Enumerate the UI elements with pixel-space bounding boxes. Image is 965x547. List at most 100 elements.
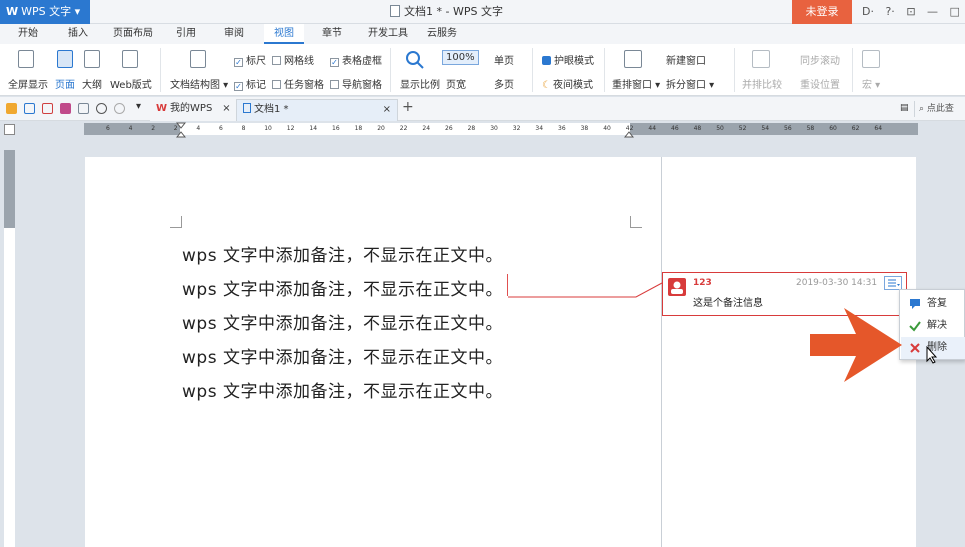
bookmark-checkbox[interactable]: ✓ 标记 <box>234 76 266 91</box>
comment-text[interactable]: 这是个备注信息 <box>693 294 763 309</box>
checkbox-empty-icon <box>272 80 281 89</box>
chevron-down-icon[interactable]: ▾ <box>136 101 141 112</box>
reply-menu-item[interactable]: 答复 <box>901 293 965 315</box>
checkbox-checked-icon: ✓ <box>330 58 339 67</box>
new-window-button[interactable]: 新建窗口 <box>666 52 706 67</box>
ruler-mark: 36 <box>558 125 566 132</box>
tab-insert[interactable]: 插入 <box>58 24 98 44</box>
ruler-mark: 12 <box>286 125 295 132</box>
ribbon: 全屏显示 页面 大纲 Web版式 文档结构图 ▾ ✓ 标尺 ✓ 标记 网格线 任务窗… <box>0 44 965 96</box>
fullscreen-button[interactable]: 全屏显示 <box>8 76 48 91</box>
user-avatar-icon <box>668 278 686 296</box>
mouse-cursor-icon <box>926 346 938 364</box>
comment-author: 123 <box>693 278 712 288</box>
tab-document[interactable]: 文档1 * × <box>236 99 398 121</box>
checkmark-icon <box>909 321 921 332</box>
single-page-button[interactable]: 单页 <box>494 52 514 67</box>
search-icon: ⌕ <box>919 104 925 114</box>
table-gridlines-checkbox[interactable]: ✓ 表格虚框 <box>330 52 382 67</box>
page-width-button[interactable]: 页宽 <box>446 76 466 91</box>
macro-icon <box>862 50 880 68</box>
ruler-mark: 16 <box>332 125 340 132</box>
resolve-menu-item[interactable]: 解决 <box>901 315 965 337</box>
tab-view[interactable]: 视图 <box>264 24 304 44</box>
eye-protect-label: 护眼模式 <box>554 56 594 67</box>
tab-developer[interactable]: 开发工具 <box>360 24 416 44</box>
paragraph-line[interactable]: wps 文字中添加备注，不显示在正文中。 <box>182 309 503 334</box>
app-menu-button[interactable]: W WPS 文字 ▾ <box>0 0 90 24</box>
ruler-mark: 24 <box>422 125 431 132</box>
split-window-button[interactable]: 拆分窗口 ▾ <box>666 76 714 91</box>
nav-pane-checkbox[interactable]: 导航窗格 <box>330 76 382 91</box>
save-icon[interactable] <box>24 103 35 114</box>
close-icon[interactable]: × <box>383 100 391 120</box>
right-indent-marker-icon[interactable] <box>624 122 634 138</box>
close-icon[interactable]: × <box>222 103 230 114</box>
side-by-side-button[interactable]: 并排比较 <box>742 76 782 91</box>
tab-mywps[interactable]: W 我的WPS × <box>150 99 236 121</box>
paragraph-line[interactable]: wps 文字中添加备注，不显示在正文中。 <box>182 275 503 300</box>
page-view-button[interactable]: 页面 <box>55 76 75 91</box>
search-input[interactable]: ⌕ 点此查 <box>914 101 965 117</box>
menu-tabs: 开始 插入 页面布局 引用 审阅 视图 章节 开发工具 云服务 <box>0 24 965 44</box>
tab-review[interactable]: 审阅 <box>216 24 252 44</box>
ruler-mark: 20 <box>377 125 385 132</box>
ribbon-divider <box>734 48 735 92</box>
zoom-100-button[interactable]: 100% <box>442 50 479 65</box>
tab-references[interactable]: 引用 <box>168 24 204 44</box>
maximize-button[interactable]: □ <box>950 0 960 24</box>
web-layout-button[interactable]: Web版式 <box>110 76 152 91</box>
task-pane-checkbox[interactable]: 任务窗格 <box>272 76 324 91</box>
reply-label: 答复 <box>927 298 947 309</box>
login-button[interactable]: 未登录 <box>792 0 852 24</box>
redo-icon[interactable] <box>114 103 125 114</box>
comment-pane-divider <box>661 157 662 547</box>
tab-chapter[interactable]: 章节 <box>314 24 350 44</box>
minimize-button[interactable]: — <box>927 0 938 24</box>
tab-cloud[interactable]: 云服务 <box>420 24 464 44</box>
skin-button[interactable]: D· <box>862 0 874 24</box>
sync-scroll-button[interactable]: 同步滚动 <box>800 52 840 67</box>
margin-corner-mark <box>630 216 642 228</box>
comment-menu-button[interactable] <box>884 276 902 290</box>
page-view-icon <box>57 50 73 68</box>
print-icon[interactable] <box>60 103 71 114</box>
outline-icon <box>84 50 100 68</box>
restore-ribbon-button[interactable]: ⊡ <box>906 0 915 24</box>
multi-page-button[interactable]: 多页 <box>494 76 514 91</box>
ruler-label: 标尺 <box>246 56 266 67</box>
ruler-checkbox[interactable]: ✓ 标尺 <box>234 52 266 67</box>
doc-structure-button[interactable]: 文档结构图 ▾ <box>170 76 228 91</box>
ruler-mark: 34 <box>535 125 544 132</box>
ruler-corner[interactable] <box>4 124 15 135</box>
paragraph-line[interactable]: wps 文字中添加备注，不显示在正文中。 <box>182 241 503 266</box>
indent-marker-icon[interactable] <box>176 122 186 138</box>
outline-button[interactable]: 大纲 <box>82 76 102 91</box>
tab-start[interactable]: 开始 <box>8 24 48 44</box>
ruler-mark: 14 <box>309 125 318 132</box>
paragraph-line[interactable]: wps 文字中添加备注，不显示在正文中。 <box>182 377 503 402</box>
zoom-ratio-button[interactable]: 显示比例 <box>400 76 440 91</box>
tab-page-layout[interactable]: 页面布局 <box>108 24 158 44</box>
macro-button[interactable]: 宏 ▾ <box>862 76 880 91</box>
undo-icon[interactable] <box>96 103 107 114</box>
ruler-mark: 6 <box>106 125 110 132</box>
arrange-windows-icon <box>624 50 642 68</box>
task-pane-label: 任务窗格 <box>284 80 324 91</box>
gridlines-checkbox[interactable]: 网格线 <box>272 52 314 67</box>
arrange-windows-button[interactable]: 重排窗口 ▾ <box>612 76 660 91</box>
open-folder-icon[interactable] <box>6 103 17 114</box>
paragraph-line[interactable]: wps 文字中添加备注，不显示在正文中。 <box>182 343 503 368</box>
night-mode-button[interactable]: ☾ 夜间模式 <box>542 76 593 91</box>
eye-protect-button[interactable]: 护眼模式 <box>542 52 594 67</box>
ruler-mark: 64 <box>874 125 883 132</box>
nav-pane-label: 导航窗格 <box>342 80 382 91</box>
export-pdf-icon[interactable] <box>42 103 53 114</box>
help-button[interactable]: ?· <box>885 0 894 24</box>
reset-position-button[interactable]: 重设位置 <box>800 76 840 91</box>
print-preview-icon[interactable] <box>78 103 89 114</box>
tab-mywps-label: 我的WPS <box>170 103 213 114</box>
ruler-mark: 40 <box>603 125 611 132</box>
settings-icon[interactable]: ▤ <box>900 103 909 113</box>
add-tab-button[interactable]: + <box>402 99 414 115</box>
